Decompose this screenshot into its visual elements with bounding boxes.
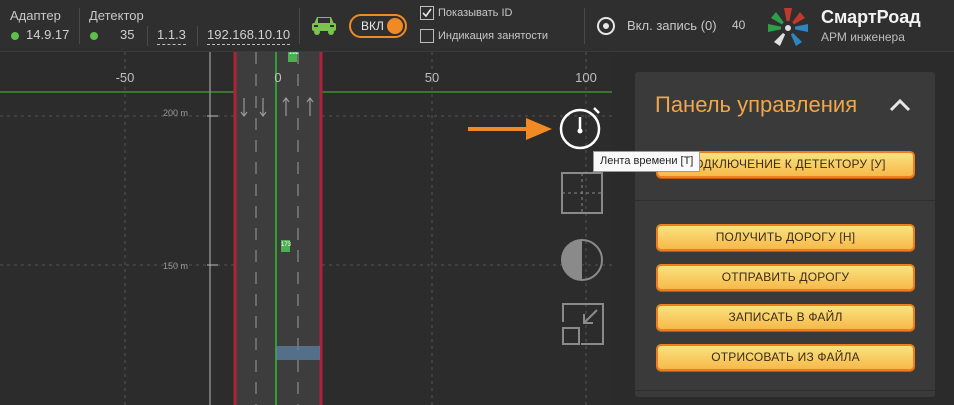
distance-label: 150 m [163, 261, 189, 271]
road-map[interactable]: -50 0 50 100 200 m 150 m 182 173 [0, 52, 612, 405]
divider [197, 26, 198, 46]
crosshair-icon[interactable] [560, 171, 604, 220]
toggle-label: ВКЛ [361, 19, 384, 33]
chevron-up-icon[interactable] [889, 98, 911, 117]
contrast-icon[interactable] [559, 237, 605, 288]
show-id-label: Показывать ID [438, 7, 513, 19]
brand-subtitle: АРМ инженера [821, 30, 905, 44]
scrollbar[interactable] [943, 52, 954, 405]
brand-title: СмартРоад [821, 7, 921, 27]
toggle-knob [387, 18, 403, 34]
show-id-checkbox[interactable] [420, 6, 434, 20]
shrink-icon[interactable] [561, 302, 605, 351]
smartroad-logo-icon [764, 6, 812, 53]
detector-label: Детектор [89, 8, 144, 23]
record-count: 40 [732, 18, 746, 32]
detector-ip[interactable]: 192.168.10.10 [207, 27, 291, 45]
draw-from-file-button[interactable]: ОТРИСОВАТЬ ИЗ ФАЙЛА [656, 344, 915, 371]
divider [79, 8, 80, 44]
x-axis-label: 100 [575, 70, 597, 85]
record-radio[interactable] [597, 17, 615, 35]
x-axis-label: 0 [274, 70, 282, 85]
control-panel: Панель управления ПОДКЛЮЧЕНИЕ К ДЕТЕКТОР… [635, 72, 935, 397]
detector-status-dot [90, 32, 98, 40]
adapter-status-dot [11, 32, 19, 40]
x-axis-label: 50 [424, 70, 440, 85]
detector-id: 35 [120, 27, 135, 42]
panel-title: Панель управления [655, 92, 858, 117]
vehicles-toggle[interactable]: ВКЛ [349, 14, 407, 38]
record-label: Вкл. запись (0) [627, 18, 717, 33]
vehicle-id[interactable]: 173 [281, 242, 291, 248]
adapter-version: 14.9.17 [26, 27, 70, 42]
get-road-button[interactable]: ПОЛУЧИТЬ ДОРОГУ [H] [656, 224, 915, 251]
stopwatch-icon[interactable] [556, 103, 606, 156]
divider [584, 8, 585, 44]
save-to-file-button[interactable]: ЗАПИСАТЬ В ФАЙЛ [656, 304, 915, 331]
vehicle-id[interactable]: 182 [289, 52, 299, 56]
occupancy-label: Индикация занятости [438, 30, 549, 42]
arrow-pointer-icon [468, 116, 554, 147]
distance-label: 200 m [163, 108, 189, 118]
panel-divider [635, 200, 935, 201]
divider [147, 26, 148, 46]
panel-divider [635, 390, 935, 391]
detector-version: 1.1.3 [157, 27, 186, 45]
send-road-button[interactable]: ОТПРАВИТЬ ДОРОГУ [656, 264, 915, 291]
top-bar: Адаптер 14.9.17 Детектор 35 1.1.3 192.16… [0, 0, 954, 52]
x-axis-label: -50 [115, 70, 135, 85]
timeline-tooltip: Лента времени [T] [593, 151, 701, 172]
occupancy-checkbox[interactable] [420, 29, 434, 43]
divider [299, 8, 300, 44]
adapter-label: Адаптер [10, 8, 61, 23]
road-canvas [0, 52, 612, 405]
car-icon[interactable] [310, 13, 338, 42]
